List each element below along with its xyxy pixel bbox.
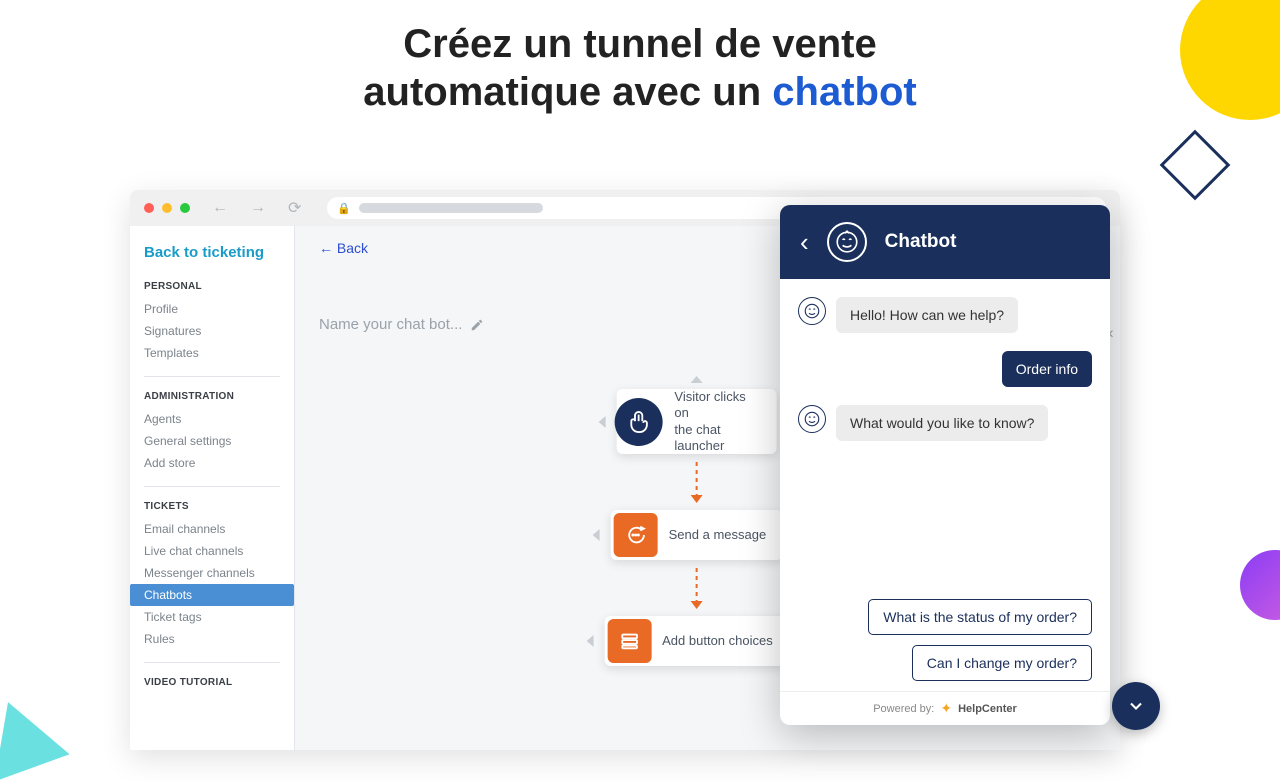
footer-prefix: Powered by: [873,703,934,715]
divider [144,486,280,487]
flow-node[interactable]: Add button choices [604,616,789,666]
bot-avatar-icon [798,297,826,325]
arrow-up-icon[interactable] [690,376,702,383]
chevron-down-icon [1126,696,1146,716]
chatbot-name-placeholder: Name your chat bot... [319,316,462,333]
footer-brand: HelpCenter [958,703,1017,715]
connector-arrow [695,568,697,608]
sidebar-item-rules[interactable]: Rules [144,628,294,650]
sidebar-item-chatbots[interactable]: Chatbots [130,584,294,606]
headline-accent: chatbot [772,70,916,114]
back-button[interactable]: ← Back [319,240,368,256]
bot-message-row: What would you like to know? [798,405,1092,441]
back-button-label: Back [337,240,368,256]
lock-icon: 🔒 [337,202,351,215]
flow-node-label: Send a message [661,527,783,543]
sidebar-item-general-settings[interactable]: General settings [144,430,294,452]
sidebar-heading: TICKETS [144,501,294,512]
window-close-icon[interactable] [144,203,154,213]
window-maximize-icon[interactable] [180,203,190,213]
sidebar: Back to ticketing PERSONAL ProfileSignatu… [130,226,295,750]
page-headline: Créez un tunnel de vente automatique ave… [0,20,1280,116]
sidebar-item-agents[interactable]: Agents [144,408,294,430]
flow-node[interactable]: Send a message [611,510,783,560]
nav-forward-icon[interactable]: → [250,199,266,217]
sidebar-heading: ADMINISTRATION [144,391,294,402]
bot-message: What would you like to know? [836,405,1048,441]
arrow-left-icon[interactable] [598,416,605,428]
sidebar-item-ticket-tags[interactable]: Ticket tags [144,606,294,628]
sidebar-item-messenger-channels[interactable]: Messenger channels [144,562,294,584]
helpcenter-logo-icon: ✦ [940,700,952,717]
choice-button[interactable]: What is the status of my order? [868,599,1092,635]
decor-diamond [1160,130,1231,201]
chatbot-body: Hello! How can we help? Order info What wo… [780,279,1110,691]
decor-cyan-triangle [0,688,70,781]
nav-reload-icon[interactable]: ⟳ [288,198,301,218]
chatbot-name-input[interactable]: Name your chat bot... [319,316,484,333]
list-icon [607,619,651,663]
user-message-row: Order info [798,351,1092,387]
sidebar-heading: VIDEO TUTORIAL [144,677,294,688]
choice-area: What is the status of my order? Can I cha… [798,599,1092,681]
divider [144,662,280,663]
sidebar-item-add-store[interactable]: Add store [144,452,294,474]
edit-icon [470,318,484,332]
chat-toggle-fab[interactable] [1112,682,1160,730]
url-placeholder [359,203,543,213]
window-minimize-icon[interactable] [162,203,172,213]
user-message: Order info [1002,351,1092,387]
sidebar-item-email-channels[interactable]: Email channels [144,518,294,540]
arrow-left-icon[interactable] [586,635,593,647]
bot-message: Hello! How can we help? [836,297,1018,333]
arrow-left-icon[interactable] [593,529,600,541]
bot-avatar-icon [798,405,826,433]
choice-button[interactable]: Can I change my order? [912,645,1092,681]
connector-arrow [695,462,697,502]
back-to-ticketing-link[interactable]: Back to ticketing [144,244,294,261]
chatbot-back-icon[interactable]: ‹ [800,227,809,258]
headline-line2-pre: automatique avec un [363,70,772,114]
flow-node[interactable]: Visitor clicks onthe chat launcher [616,389,776,454]
chatbot-header: ‹ Chatbot [780,205,1110,279]
bot-avatar-icon [827,222,867,262]
nav-back-icon[interactable]: ← [212,199,228,217]
sidebar-item-templates[interactable]: Templates [144,342,294,364]
click-icon [614,398,662,446]
decor-purple-circle [1240,550,1280,620]
flow-node-label: Visitor clicks onthe chat launcher [666,389,776,454]
sidebar-item-signatures[interactable]: Signatures [144,320,294,342]
flow-node-label: Add button choices [654,633,789,649]
sidebar-heading: PERSONAL [144,281,294,292]
message-icon [614,513,658,557]
chatbot-panel: ‹ Chatbot Hello! How can we help? Order i… [780,205,1110,725]
bot-message-row: Hello! How can we help? [798,297,1092,333]
chatbot-title: Chatbot [885,231,957,253]
divider [144,376,280,377]
sidebar-item-live-chat-channels[interactable]: Live chat channels [144,540,294,562]
sidebar-item-profile[interactable]: Profile [144,298,294,320]
headline-line1: Créez un tunnel de vente [403,22,876,66]
